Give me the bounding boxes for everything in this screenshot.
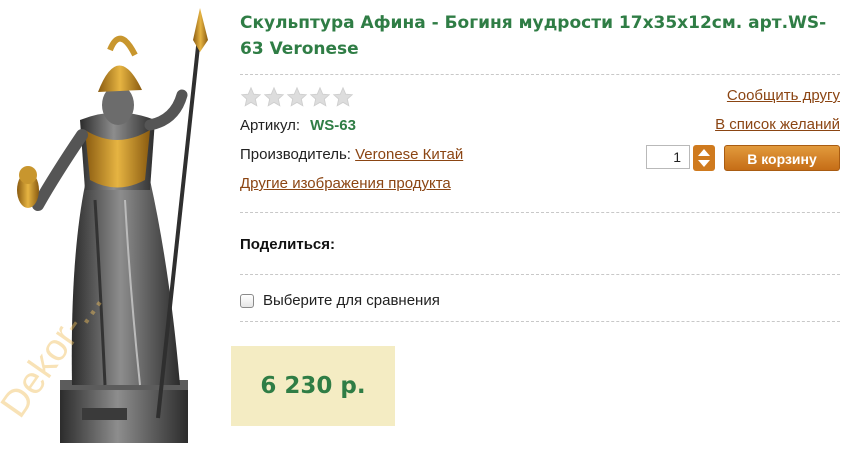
wishlist-link[interactable]: В список желаний [715, 116, 840, 133]
divider-share [240, 274, 840, 275]
rating-stars[interactable] [240, 86, 354, 108]
divider-middle [240, 212, 840, 213]
product-image[interactable]: Dekor-... [0, 0, 225, 452]
product-title: Скульптура Афина - Богиня мудрости 17x35… [240, 13, 827, 59]
price-box: 6 230 р. [231, 346, 395, 426]
compare-label[interactable]: Выберите для сравнения [263, 292, 440, 309]
manufacturer-link[interactable]: Veronese Китай [355, 146, 463, 163]
divider-bottom [240, 321, 840, 322]
price-value: 6 230 р. [260, 373, 366, 399]
add-to-cart-button[interactable]: В корзину [724, 145, 840, 171]
star-icon[interactable] [240, 86, 262, 108]
divider-top [240, 74, 840, 75]
share-label: Поделиться: [240, 236, 336, 253]
quantity-input[interactable]: 1 [646, 145, 690, 169]
article-value: WS-63 [310, 117, 356, 134]
star-icon[interactable] [309, 86, 331, 108]
star-icon[interactable] [263, 86, 285, 108]
other-images-link[interactable]: Другие изображения продукта [240, 175, 451, 192]
article-row: Артикул: WS-63 [240, 117, 356, 134]
quantity-stepper[interactable] [693, 145, 715, 171]
manufacturer-row: Производитель: Veronese Китай [240, 146, 463, 163]
compare-checkbox[interactable] [240, 293, 254, 308]
tell-friend-link[interactable]: Сообщить другу [727, 87, 840, 104]
star-icon[interactable] [286, 86, 308, 108]
compare-option[interactable]: Выберите для сравнения [240, 292, 440, 309]
manufacturer-label: Производитель: [240, 146, 351, 163]
star-icon[interactable] [332, 86, 354, 108]
article-label: Артикул: [240, 117, 301, 134]
